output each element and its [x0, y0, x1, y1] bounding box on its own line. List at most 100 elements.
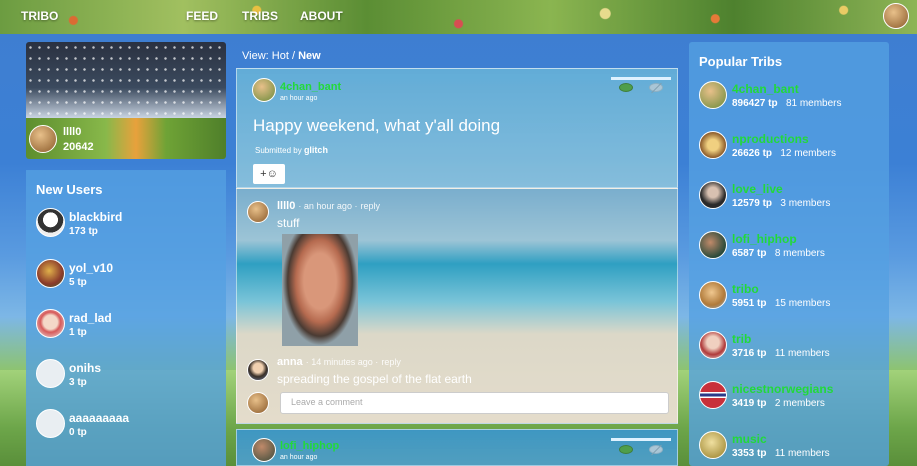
- user-avatar-menu[interactable]: [883, 3, 909, 29]
- profile-card[interactable]: llll0 20642: [26, 42, 226, 159]
- eye-icon[interactable]: [619, 445, 633, 454]
- trib-members: 2 members: [774, 398, 825, 409]
- comment-avatar[interactable]: [247, 201, 269, 223]
- trib-row[interactable]: tribo 5951 tp 15 members: [699, 281, 884, 321]
- trib-avatar[interactable]: [699, 381, 727, 409]
- brand-link[interactable]: TRIBO: [21, 9, 58, 23]
- comment-author[interactable]: llll0: [277, 200, 295, 212]
- trib-stats: 3716 tp 11 members: [732, 348, 830, 359]
- comment-time: · an hour ago ·: [298, 201, 358, 211]
- trib-name[interactable]: lofi_hiphop: [732, 232, 797, 246]
- trib-avatar[interactable]: [252, 438, 276, 462]
- trib-tp: 12579 tp: [732, 198, 773, 209]
- comment-header: anna · 14 minutes ago · reply: [277, 356, 401, 368]
- eye-icon[interactable]: [619, 83, 633, 92]
- user-row[interactable]: blackbird 173 tp: [36, 208, 221, 248]
- popular-tribs-panel: Popular Tribs 4chan_bant 896427 tp 81 me…: [689, 42, 889, 466]
- user-name[interactable]: yol_v10: [69, 261, 113, 275]
- trib-tp: 6587 tp: [732, 248, 767, 259]
- popular-tribs-title: Popular Tribs: [699, 54, 783, 69]
- trib-tp: 3716 tp: [732, 348, 767, 359]
- comment-image[interactable]: [282, 234, 358, 346]
- trib-name[interactable]: music: [732, 432, 767, 446]
- post-time: an hour ago: [280, 454, 318, 461]
- view-new-link[interactable]: New: [298, 50, 321, 62]
- reply-link[interactable]: reply: [361, 201, 381, 211]
- user-name[interactable]: blackbird: [69, 210, 122, 224]
- user-name[interactable]: onihs: [69, 361, 101, 375]
- trib-avatar[interactable]: [699, 331, 727, 359]
- profile-name[interactable]: llll0: [63, 126, 81, 138]
- user-row[interactable]: yol_v10 5 tp: [36, 259, 221, 299]
- user-name[interactable]: rad_lad: [69, 311, 112, 325]
- nav-tribs[interactable]: TRIBS: [242, 9, 278, 23]
- trib-tp: 896427 tp: [732, 98, 778, 109]
- post-divider: [611, 438, 671, 441]
- trib-members: 3 members: [780, 198, 831, 209]
- view-hot-link[interactable]: Hot: [272, 50, 289, 62]
- user-avatar[interactable]: [36, 359, 65, 388]
- trib-name[interactable]: tribo: [732, 282, 759, 296]
- trib-avatar[interactable]: [699, 431, 727, 459]
- post-card: 4chan_bant an hour ago Happy weekend, wh…: [236, 68, 678, 188]
- trib-row[interactable]: 4chan_bant 896427 tp 81 members: [699, 81, 884, 121]
- nav-feed[interactable]: FEED: [186, 9, 218, 23]
- trib-row[interactable]: lofi_hiphop 6587 tp 8 members: [699, 231, 884, 271]
- view-label: View:: [242, 50, 269, 62]
- comment-text: spreading the gospel of the flat earth: [277, 372, 472, 386]
- user-tp: 5 tp: [69, 277, 87, 288]
- trib-row[interactable]: trib 3716 tp 11 members: [699, 331, 884, 371]
- comments-section: llll0 · an hour ago · reply stuff anna ·…: [236, 188, 678, 424]
- post-submitted: Submitted by glitch: [255, 145, 328, 155]
- trib-avatar[interactable]: [699, 281, 727, 309]
- user-avatar[interactable]: [36, 309, 65, 338]
- post-title[interactable]: Happy weekend, what y'all doing: [253, 116, 500, 136]
- trib-name[interactable]: trib: [732, 332, 751, 346]
- trib-members: 12 members: [780, 148, 836, 159]
- trib-stats: 6587 tp 8 members: [732, 248, 825, 259]
- trib-avatar[interactable]: [699, 131, 727, 159]
- trib-members: 11 members: [774, 348, 830, 359]
- comment-input[interactable]: Leave a comment: [280, 392, 669, 414]
- trib-avatar[interactable]: [252, 78, 276, 102]
- trib-name[interactable]: 4chan_bant: [732, 82, 799, 96]
- post-divider: [611, 77, 671, 80]
- nav-about[interactable]: ABOUT: [300, 9, 343, 23]
- trib-avatar[interactable]: [699, 181, 727, 209]
- new-users-title: New Users: [36, 182, 103, 197]
- trib-stats: 26626 tp 12 members: [732, 148, 836, 159]
- trib-name[interactable]: nproductions: [732, 132, 809, 146]
- comment-header: llll0 · an hour ago · reply: [277, 200, 380, 212]
- user-row[interactable]: aaaaaaaaa 0 tp: [36, 409, 221, 449]
- post-trib-link[interactable]: 4chan_bant: [280, 81, 341, 93]
- trib-row[interactable]: nicestnorwegians 3419 tp 2 members: [699, 381, 884, 421]
- trib-avatar[interactable]: [699, 81, 727, 109]
- add-reaction-button[interactable]: +☺: [253, 164, 285, 184]
- comment-author[interactable]: anna: [277, 356, 303, 368]
- user-avatar[interactable]: [36, 259, 65, 288]
- trib-avatar[interactable]: [699, 231, 727, 259]
- comment-text: stuff: [277, 216, 300, 230]
- eye-off-icon[interactable]: [649, 445, 663, 454]
- user-row[interactable]: rad_lad 1 tp: [36, 309, 221, 349]
- user-avatar[interactable]: [36, 208, 65, 237]
- reply-link[interactable]: reply: [381, 357, 401, 367]
- trib-name[interactable]: love_live: [732, 182, 783, 196]
- view-filter: View: Hot / New: [242, 50, 321, 62]
- current-user-avatar: [247, 392, 269, 414]
- user-tp: 173 tp: [69, 226, 98, 237]
- comment-avatar[interactable]: [247, 359, 269, 381]
- user-name[interactable]: aaaaaaaaa: [69, 411, 129, 425]
- trib-row[interactable]: music 3353 tp 11 members: [699, 431, 884, 466]
- post-trib-link[interactable]: lofi_hiphop: [280, 440, 339, 452]
- submitter-link[interactable]: glitch: [304, 145, 328, 155]
- profile-avatar[interactable]: [29, 125, 57, 153]
- trib-tp: 5951 tp: [732, 298, 767, 309]
- user-avatar[interactable]: [36, 409, 65, 438]
- trib-row[interactable]: love_live 12579 tp 3 members: [699, 181, 884, 221]
- trib-row[interactable]: nproductions 26626 tp 12 members: [699, 131, 884, 171]
- eye-off-icon[interactable]: [649, 83, 663, 92]
- trib-name[interactable]: nicestnorwegians: [732, 382, 833, 396]
- user-row[interactable]: onihs 3 tp: [36, 359, 221, 399]
- trib-tp: 3419 tp: [732, 398, 767, 409]
